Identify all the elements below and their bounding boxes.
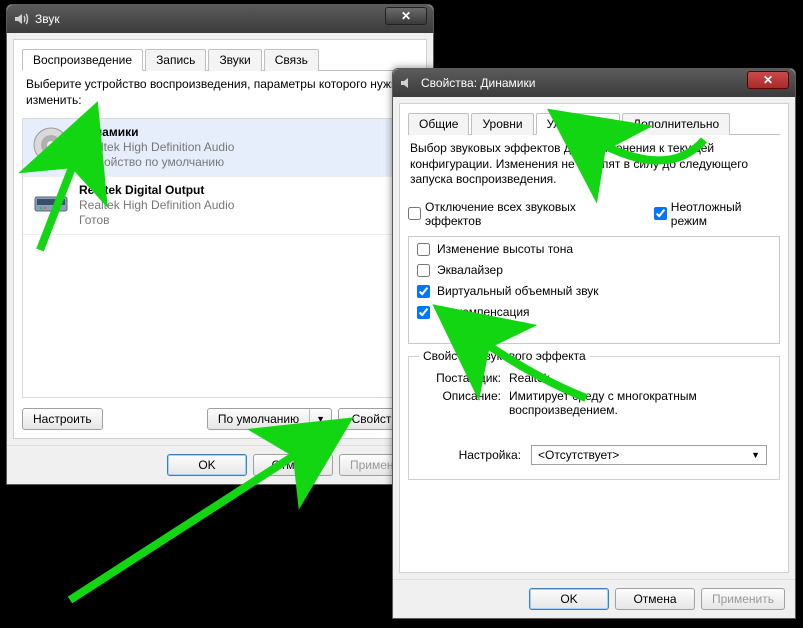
effect-virtual-surround[interactable]: Виртуальный объемный звук bbox=[413, 281, 775, 302]
set-default-label: По умолчанию bbox=[208, 409, 310, 429]
device-driver: Realtek High Definition Audio bbox=[79, 198, 234, 213]
setting-select[interactable]: <Отсутствует> ▼ bbox=[531, 445, 767, 465]
effect-equalizer[interactable]: Эквалайзер bbox=[413, 260, 775, 281]
properties-dialog: Свойства: Динамики ✕ Общие Уровни Улучше… bbox=[392, 68, 796, 619]
device-item-digital[interactable]: Realtek Digital Output Realtek High Defi… bbox=[23, 177, 417, 235]
cancel-button[interactable]: Отмена bbox=[253, 454, 333, 476]
sound-title: Звук bbox=[35, 12, 60, 26]
digital-output-icon bbox=[31, 183, 71, 223]
tab-playback[interactable]: Воспроизведение bbox=[22, 49, 143, 71]
checkbox-label: Неотложный режим bbox=[671, 200, 780, 228]
checkbox-input[interactable] bbox=[417, 285, 430, 298]
ok-button[interactable]: OK bbox=[167, 454, 247, 476]
close-button[interactable]: ✕ bbox=[385, 7, 427, 25]
checkbox-label: Отключение всех звуковых эффектов bbox=[425, 200, 634, 228]
checkbox-input[interactable] bbox=[408, 207, 421, 220]
effect-pitch-shift[interactable]: Изменение высоты тона bbox=[413, 239, 775, 260]
ok-button[interactable]: OK bbox=[529, 588, 609, 610]
enhancements-description: Выбор звуковых эффектов для применения к… bbox=[410, 141, 778, 188]
tab-communications[interactable]: Связь bbox=[264, 49, 319, 71]
effect-label: Виртуальный объемный звук bbox=[437, 284, 599, 298]
device-name: Realtek Digital Output bbox=[79, 183, 234, 198]
device-list[interactable]: ✓ Динамики Realtek High Definition Audio… bbox=[22, 118, 418, 398]
device-status: Устройство по умолчанию bbox=[79, 155, 234, 170]
playback-instruction: Выберите устройство воспроизведения, пар… bbox=[26, 77, 414, 108]
sound-dialog-buttons: OK Отмена Применить bbox=[7, 445, 433, 484]
checkbox-input[interactable] bbox=[417, 243, 430, 256]
setting-value: <Отсутствует> bbox=[538, 448, 619, 462]
tab-advanced[interactable]: Дополнительно bbox=[622, 113, 730, 135]
configure-button[interactable]: Настроить bbox=[22, 408, 103, 430]
sound-icon bbox=[13, 11, 29, 27]
chevron-down-icon: ▼ bbox=[751, 450, 760, 460]
tab-enhancements[interactable]: Улучшения bbox=[536, 113, 620, 135]
immediate-mode-checkbox[interactable]: Неотложный режим bbox=[654, 200, 780, 228]
description-label: Описание: bbox=[421, 389, 501, 417]
set-default-button[interactable]: По умолчанию ▼ bbox=[207, 408, 332, 430]
effects-list[interactable]: Изменение высоты тона Эквалайзер Виртуал… bbox=[408, 236, 780, 344]
description-value: Имитирует среду с многократным воспроизв… bbox=[509, 389, 767, 417]
effect-label: Тонкомпенсация bbox=[437, 305, 530, 319]
tab-levels[interactable]: Уровни bbox=[471, 113, 533, 135]
properties-tabs: Общие Уровни Улучшения Дополнительно bbox=[408, 112, 780, 135]
properties-title: Свойства: Динамики bbox=[421, 76, 535, 90]
sound-titlebar[interactable]: Звук ✕ bbox=[7, 5, 433, 33]
speaker-icon: ✓ bbox=[31, 125, 71, 165]
checkbox-input[interactable] bbox=[417, 306, 430, 319]
vendor-value: Realtek bbox=[509, 371, 767, 385]
setting-label: Настройка: bbox=[421, 448, 521, 462]
chevron-down-icon[interactable]: ▼ bbox=[310, 411, 331, 427]
close-button[interactable]: ✕ bbox=[747, 71, 789, 89]
cancel-button[interactable]: Отмена bbox=[615, 588, 695, 610]
tab-sounds[interactable]: Звуки bbox=[208, 49, 261, 71]
properties-dialog-buttons: OK Отмена Применить bbox=[393, 579, 795, 618]
effect-properties-group: Свойства звукового эффекта Поставщик: Re… bbox=[408, 356, 780, 480]
checkbox-input[interactable] bbox=[654, 207, 667, 220]
effect-label: Изменение высоты тона bbox=[437, 242, 573, 256]
sound-client: Воспроизведение Запись Звуки Связь Выбер… bbox=[13, 39, 427, 439]
effect-label: Эквалайзер bbox=[437, 263, 503, 277]
effect-loudness[interactable]: Тонкомпенсация bbox=[413, 302, 775, 323]
device-status: Готов bbox=[79, 213, 234, 228]
checkbox-input[interactable] bbox=[417, 264, 430, 277]
device-item-speakers[interactable]: ✓ Динамики Realtek High Definition Audio… bbox=[23, 119, 417, 177]
disable-all-effects-checkbox[interactable]: Отключение всех звуковых эффектов bbox=[408, 200, 634, 228]
device-driver: Realtek High Definition Audio bbox=[79, 140, 234, 155]
apply-button[interactable]: Применить bbox=[701, 588, 785, 610]
speaker-titlebar-icon bbox=[399, 75, 415, 91]
group-legend: Свойства звукового эффекта bbox=[419, 349, 590, 363]
tab-general[interactable]: Общие bbox=[408, 113, 469, 135]
vendor-label: Поставщик: bbox=[421, 371, 501, 385]
tab-recording[interactable]: Запись bbox=[145, 49, 206, 71]
device-name: Динамики bbox=[79, 125, 234, 140]
device-buttons: Настроить По умолчанию ▼ Свойства bbox=[22, 408, 418, 430]
properties-client: Общие Уровни Улучшения Дополнительно Выб… bbox=[399, 103, 789, 573]
properties-titlebar[interactable]: Свойства: Динамики ✕ bbox=[393, 69, 795, 97]
sound-tabs: Воспроизведение Запись Звуки Связь bbox=[22, 48, 418, 71]
sound-dialog: Звук ✕ Воспроизведение Запись Звуки Связ… bbox=[6, 4, 434, 485]
